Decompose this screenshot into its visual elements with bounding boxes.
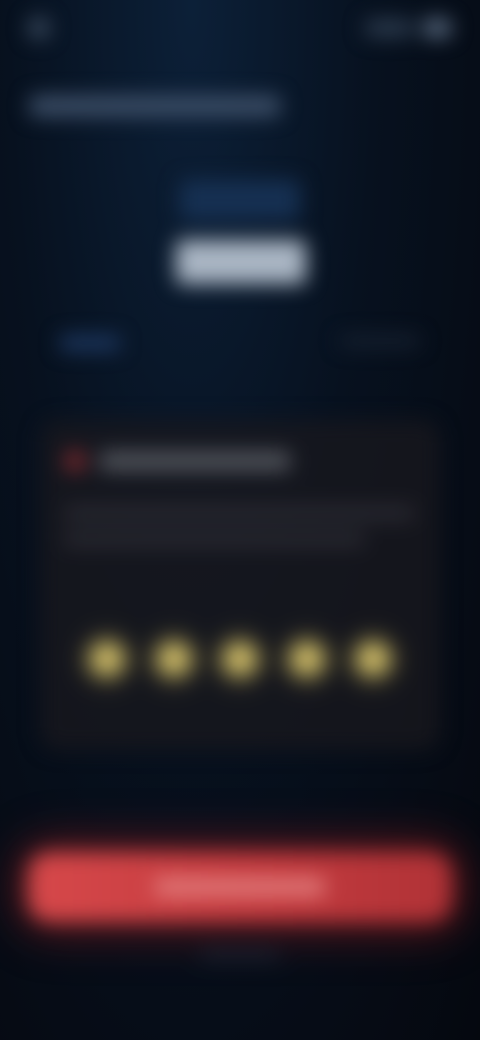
star-icon[interactable] (90, 642, 124, 676)
star-rating[interactable] (90, 642, 390, 676)
status-bar (28, 14, 452, 42)
blurred-screen (0, 0, 480, 1040)
card-title-row (64, 450, 290, 472)
meta-right (340, 336, 420, 346)
battery-icon (422, 19, 452, 37)
footer-link[interactable] (200, 950, 280, 960)
alert-icon (64, 450, 86, 472)
stat-label-box (180, 180, 300, 220)
primary-action-label (155, 878, 325, 896)
meta-row (60, 336, 420, 350)
star-icon[interactable] (156, 642, 191, 676)
primary-action-button[interactable] (28, 852, 452, 922)
info-card (40, 420, 440, 750)
card-text-line (64, 506, 414, 520)
status-indicator (364, 19, 414, 37)
status-left (28, 17, 50, 39)
star-icon[interactable] (356, 642, 390, 676)
status-right (364, 19, 452, 37)
app-dot-icon (28, 17, 50, 39)
meta-left[interactable] (60, 336, 120, 350)
card-text-line (64, 532, 364, 546)
card-title (100, 452, 290, 470)
star-icon[interactable] (223, 642, 257, 676)
star-icon[interactable] (289, 642, 324, 676)
stat-value (176, 240, 306, 284)
page-title (30, 96, 280, 116)
